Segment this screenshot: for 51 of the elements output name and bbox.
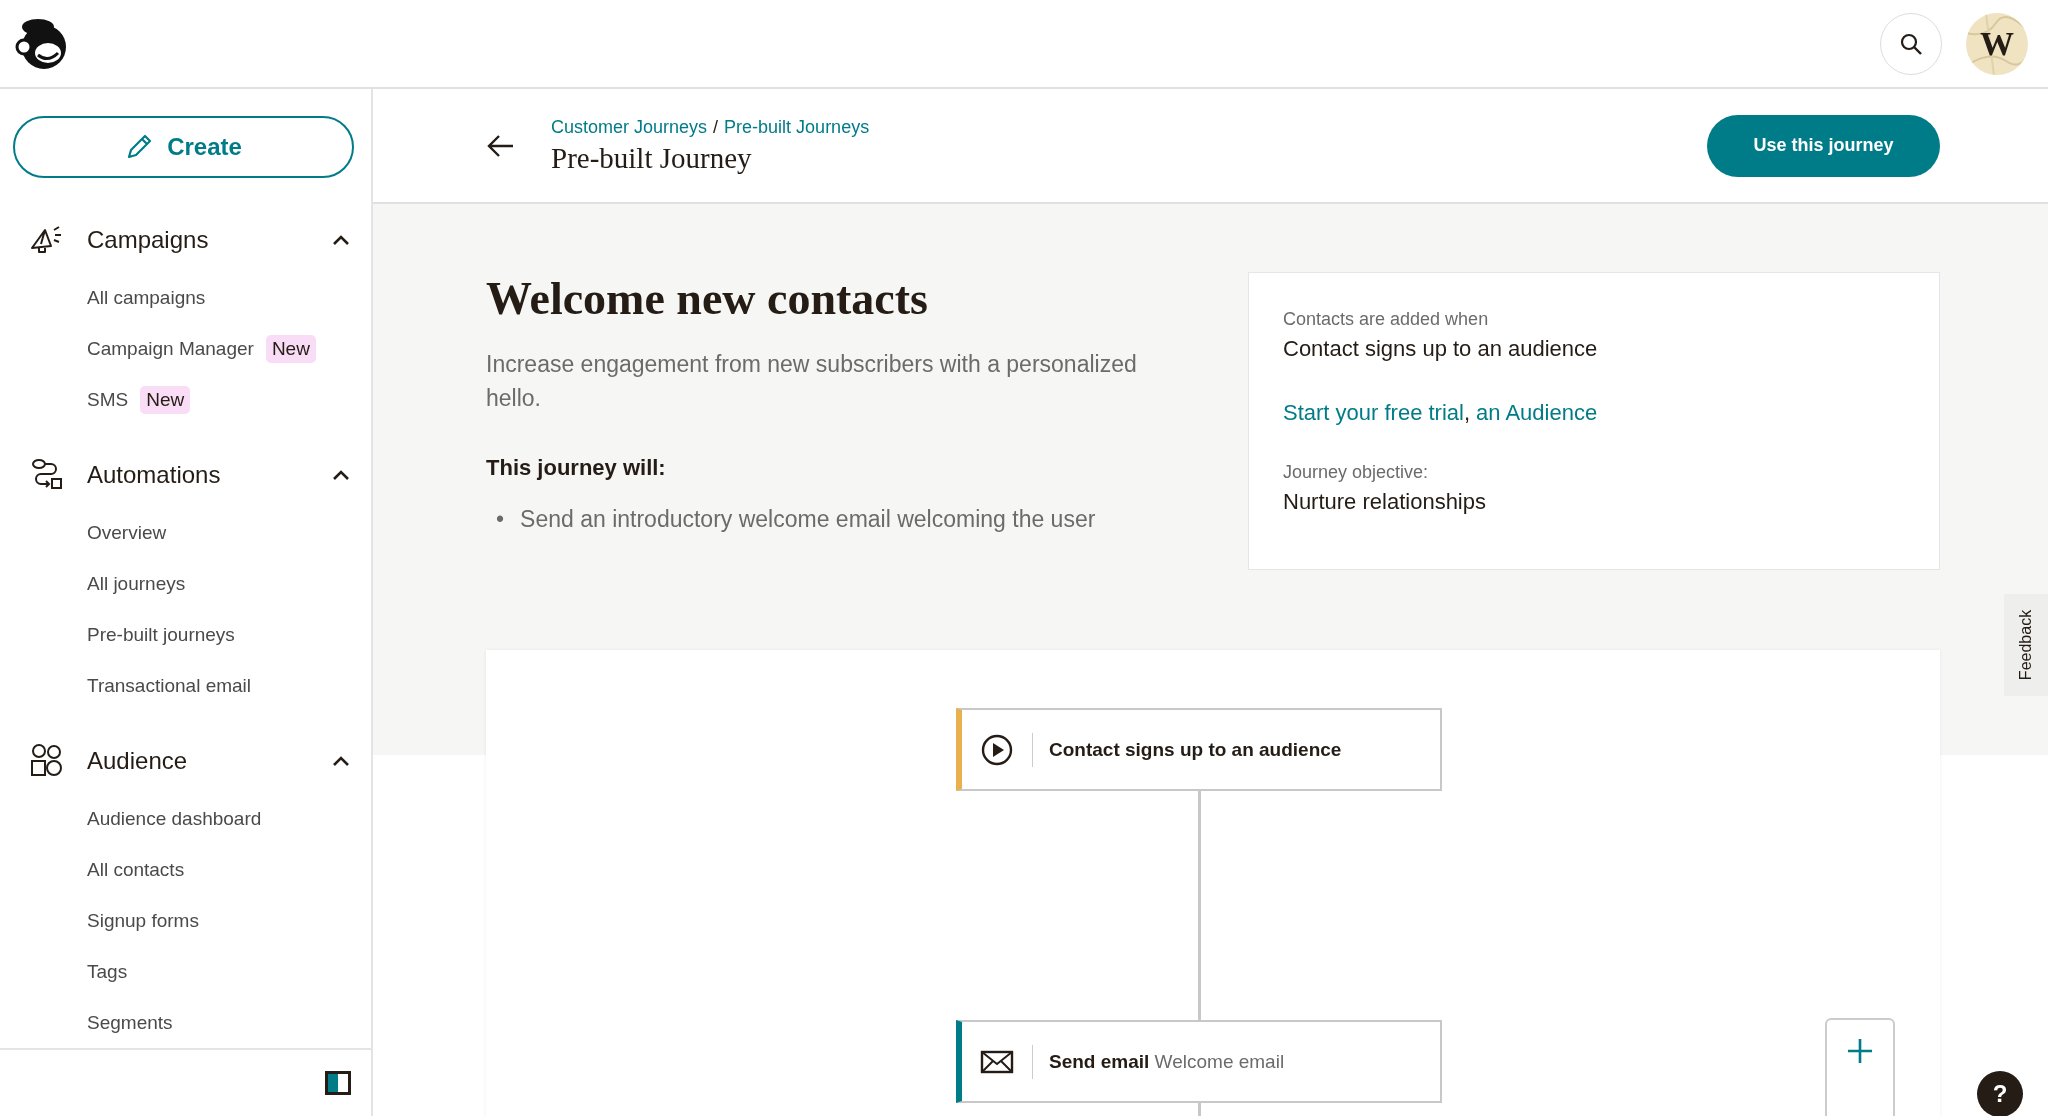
- nav-item[interactable]: SMS: [87, 388, 129, 411]
- nav-section-header[interactable]: Automations: [13, 451, 358, 499]
- nav-item[interactable]: Signup forms: [87, 909, 199, 932]
- journey-description: Increase engagement from new subscribers with a personalized hello.: [486, 350, 1138, 413]
- avatar[interactable]: W: [1966, 12, 2028, 75]
- steps-heading: This journey will:: [486, 455, 667, 481]
- nav-item[interactable]: All contacts: [87, 858, 185, 881]
- pencil-icon: [125, 133, 154, 161]
- node-label: Send email Welcome email: [1049, 1050, 1285, 1073]
- text-link[interactable]: an Audience: [1476, 400, 1598, 426]
- plus-icon: [1847, 1038, 1873, 1064]
- nav-section-header[interactable]: Audience: [13, 737, 358, 785]
- section-label: Audience: [87, 747, 189, 775]
- bullet-mark: •: [496, 505, 505, 534]
- page-title: Pre-built Journey: [551, 141, 753, 175]
- breadcrumb-separator: /: [713, 116, 719, 138]
- journey-step: Send an introductory welcome email welcoming the user: [520, 503, 1096, 535]
- nav-item[interactable]: Campaign Manager: [87, 337, 254, 360]
- text-link[interactable]: Start your free trial: [1283, 400, 1464, 426]
- nav-item[interactable]: Tags: [87, 960, 128, 983]
- new-badge: New: [140, 385, 191, 414]
- panel-toggle-icon[interactable]: [325, 1071, 351, 1095]
- play-icon: [980, 732, 1014, 767]
- section-label: Automations: [87, 461, 222, 489]
- nav-item[interactable]: Segments: [87, 1011, 173, 1034]
- nav-item[interactable]: All campaigns: [87, 286, 206, 309]
- trigger-label: Contacts are added when: [1283, 309, 1490, 330]
- section-label: Campaigns: [87, 226, 210, 254]
- nav-item[interactable]: Overview: [87, 521, 167, 544]
- nav-item[interactable]: Pre-built journeys: [87, 623, 235, 646]
- new-badge: New: [265, 334, 316, 363]
- nav-item[interactable]: All journeys: [87, 572, 186, 595]
- create-button[interactable]: Create: [13, 116, 354, 178]
- feedback-tab[interactable]: Feedback: [2004, 594, 2048, 696]
- help-button[interactable]: ?: [1977, 1071, 2023, 1116]
- objective-label: Journey objective:: [1283, 462, 1430, 483]
- search-icon: [1899, 31, 1923, 56]
- use-journey-button[interactable]: Use this journey: [1707, 114, 1940, 177]
- breadcrumb-link[interactable]: Pre-built Journeys: [724, 116, 870, 138]
- journey-title: Welcome new contacts: [486, 272, 929, 325]
- people-icon: [29, 743, 65, 779]
- link-separator: ,: [1463, 400, 1471, 426]
- journey-node[interactable]: Contact signs up to an audience: [956, 708, 1442, 791]
- objective-value: Nurture relationships: [1283, 489, 1487, 515]
- nav-item[interactable]: Transactional email: [87, 674, 252, 697]
- node-label: Contact signs up to an audience: [1049, 738, 1342, 761]
- journey-node[interactable]: Send email Welcome email: [956, 1020, 1442, 1103]
- nav-section-header[interactable]: Campaigns: [13, 216, 358, 264]
- breadcrumb-link[interactable]: Customer Journeys: [551, 116, 708, 138]
- trigger-value: Contact signs up to an audience: [1283, 336, 1599, 362]
- nav-item[interactable]: Audience dashboard: [87, 807, 262, 830]
